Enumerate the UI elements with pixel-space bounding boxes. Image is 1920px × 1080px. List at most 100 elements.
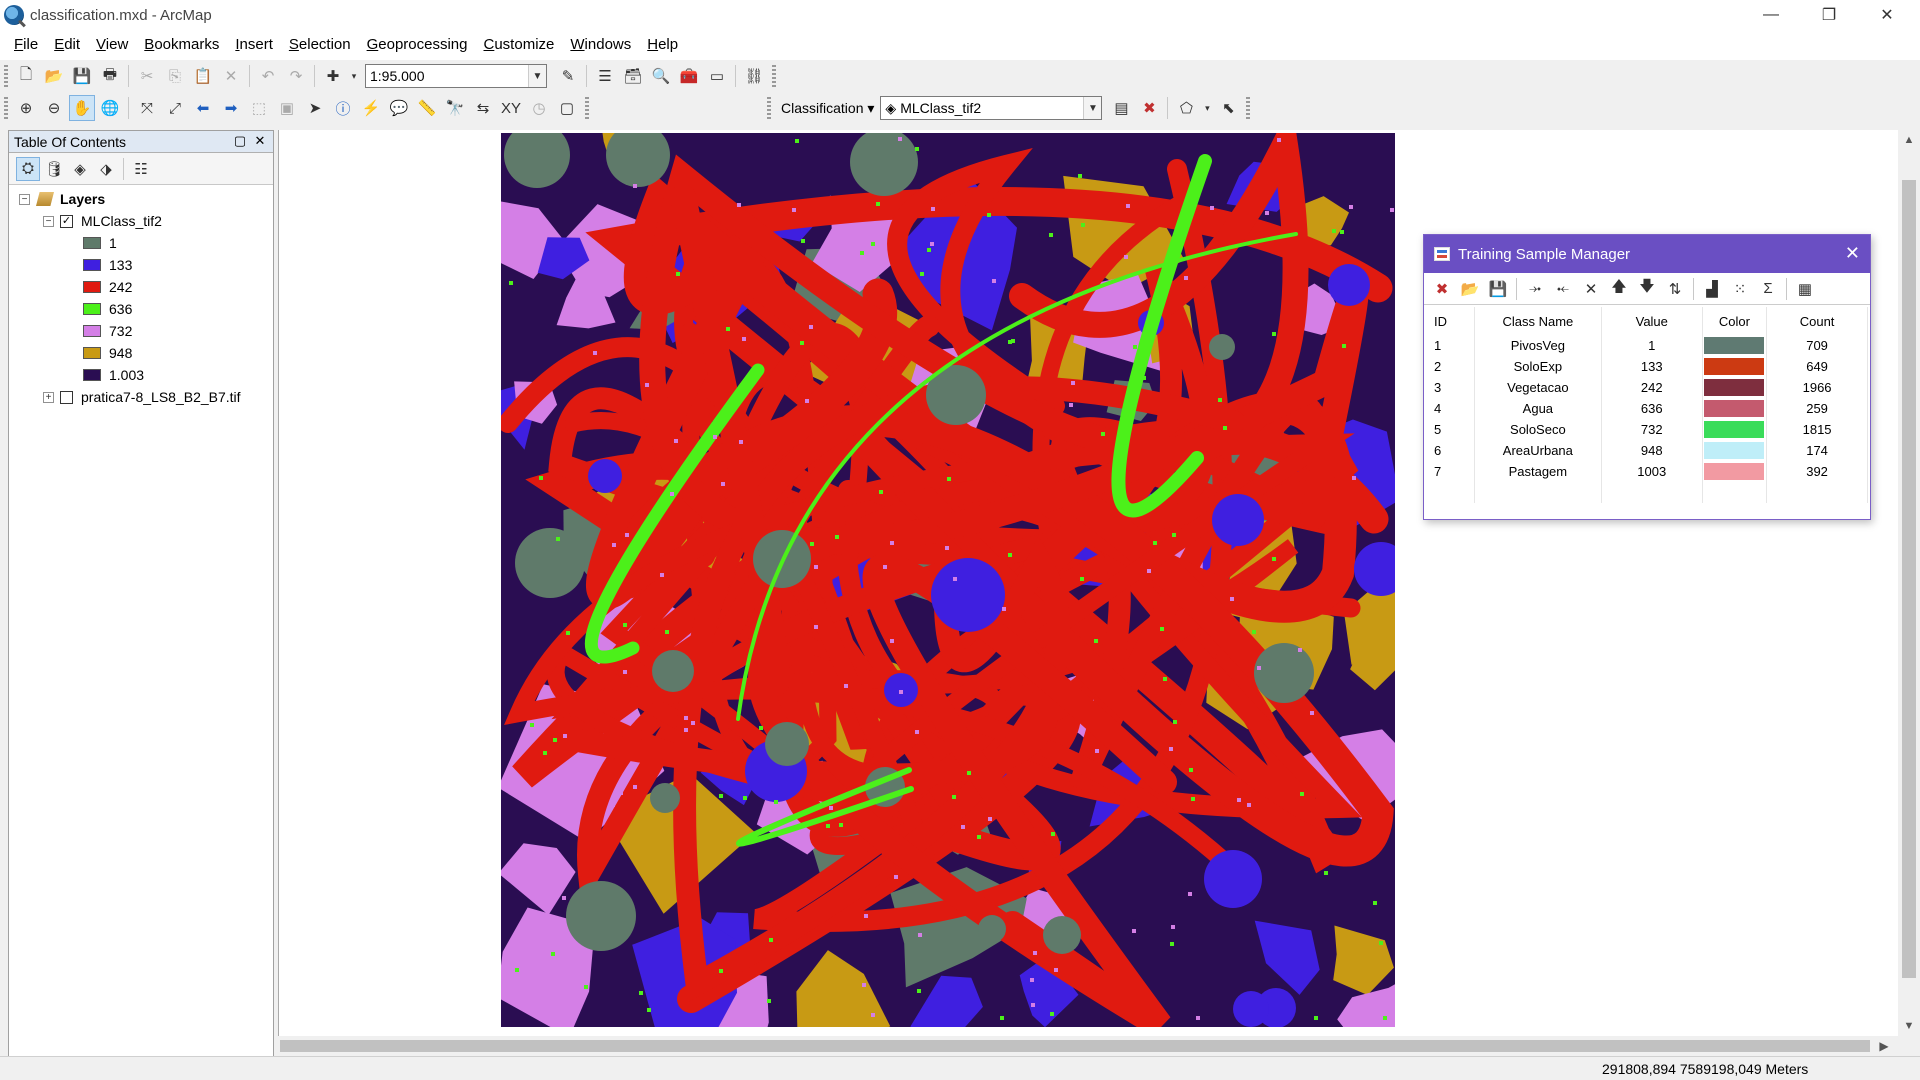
list-by-visibility-icon[interactable]: ◈ <box>68 157 92 181</box>
menu-selection[interactable]: Selection <box>281 33 359 57</box>
classification-dropdown[interactable]: Classification ▾ <box>775 100 880 117</box>
training-sample-manager-icon[interactable]: ▤ <box>1108 95 1134 121</box>
next-extent-icon[interactable]: ➡ <box>218 95 244 121</box>
menu-view[interactable]: View <box>88 33 136 57</box>
print-icon[interactable]: 🖶 <box>97 63 123 89</box>
minimize-button[interactable]: — <box>1742 0 1800 30</box>
scroll-up-icon[interactable]: ▲ <box>1898 130 1920 150</box>
close-icon[interactable]: ✕ <box>251 132 269 150</box>
arctoolbox-icon[interactable]: 🧰 <box>676 63 702 89</box>
measure-icon[interactable]: 📏 <box>414 95 440 121</box>
color-swatch[interactable] <box>1704 379 1765 396</box>
cut-icon[interactable]: ✂ <box>134 63 160 89</box>
map-scale-combo[interactable]: 1:95.000 ▼ <box>365 64 547 88</box>
toolbar-options-icon[interactable] <box>1246 97 1251 119</box>
previous-extent-icon[interactable]: ⬅ <box>190 95 216 121</box>
editor-toolbar-icon[interactable]: ✎ <box>555 63 581 89</box>
cell-color[interactable] <box>1702 356 1768 377</box>
cell-value[interactable]: 1003 <box>1601 461 1703 482</box>
table-of-contents-icon[interactable]: ☰ <box>592 63 618 89</box>
column-header-id[interactable]: ID <box>1428 307 1475 335</box>
scrollbar-thumb[interactable] <box>1902 180 1916 978</box>
menu-help[interactable]: Help <box>639 33 686 57</box>
layer-row-pratica[interactable]: + pratica7-8_LS8_B2_B7.tif <box>43 387 241 407</box>
expand-icon[interactable]: + <box>43 391 54 403</box>
statistics-icon[interactable]: Σ <box>1755 276 1781 302</box>
cell-color[interactable] <box>1702 440 1768 461</box>
split-classes-icon[interactable]: ⤝ <box>1550 276 1576 302</box>
layer-visibility-checkbox[interactable] <box>60 390 73 404</box>
legend-class-item[interactable]: 636 <box>83 299 132 319</box>
scatterplots-icon[interactable]: ⁙ <box>1727 276 1753 302</box>
cell-class-name[interactable]: SoloExp <box>1474 356 1602 377</box>
select-features-icon[interactable]: ⬚ <box>246 95 272 121</box>
add-data-dropdown-icon[interactable]: ▾ <box>348 63 360 89</box>
table-row[interactable]: 6 AreaUrbana 948 174 <box>1428 440 1868 461</box>
table-row[interactable]: 2 SoloExp 133 649 <box>1428 356 1868 377</box>
cell-class-name[interactable]: Vegetacao <box>1474 377 1602 398</box>
zoom-in-icon[interactable]: ⊕ <box>13 95 39 121</box>
cell-class-name[interactable]: PivosVeg <box>1474 335 1602 356</box>
delete-samples-icon[interactable]: ✖ <box>1429 276 1455 302</box>
legend-class-item[interactable]: 133 <box>83 255 132 275</box>
find-icon[interactable]: 🔭 <box>442 95 468 121</box>
open-folder-icon[interactable]: 📂 <box>41 63 67 89</box>
chevron-down-icon[interactable]: ▼ <box>1083 97 1102 119</box>
vertical-scrollbar[interactable]: ▲ ▼ <box>1898 130 1920 1036</box>
close-icon[interactable]: ✕ <box>1845 243 1860 264</box>
color-swatch[interactable] <box>1704 358 1765 375</box>
cell-value[interactable]: 948 <box>1601 440 1703 461</box>
layer-visibility-checkbox[interactable]: ✓ <box>60 214 73 228</box>
tsm-title-bar[interactable]: Training Sample Manager ✕ <box>1424 235 1870 273</box>
search-window-icon[interactable]: 🔍 <box>648 63 674 89</box>
toolbar-options-icon[interactable] <box>772 65 776 87</box>
merge-classes-icon[interactable]: ⤞ <box>1522 276 1548 302</box>
draw-polygon-icon[interactable]: ⬠ <box>1173 95 1199 121</box>
cell-color[interactable] <box>1702 461 1768 482</box>
cell-class-name[interactable]: Pastagem <box>1474 461 1602 482</box>
add-data-icon[interactable]: ✚ <box>320 63 346 89</box>
hyperlink-icon[interactable]: ⚡ <box>358 95 384 121</box>
draw-tool-dropdown-icon[interactable]: ▾ <box>1201 95 1213 121</box>
collapse-icon[interactable]: − <box>19 193 30 205</box>
full-extent-icon[interactable]: 🌐 <box>97 95 123 121</box>
cell-value[interactable]: 242 <box>1601 377 1703 398</box>
cell-value[interactable]: 732 <box>1601 419 1703 440</box>
menu-file[interactable]: File <box>6 33 46 57</box>
move-down-icon[interactable]: 🡇 <box>1634 276 1660 302</box>
legend-class-item[interactable]: 732 <box>83 321 132 341</box>
model-builder-icon[interactable]: ⛓ <box>741 63 767 89</box>
toolbar-options-icon[interactable] <box>585 97 589 119</box>
table-row[interactable]: 5 SoloSeco 732 1815 <box>1428 419 1868 440</box>
classified-raster-map[interactable] <box>501 133 1395 1027</box>
table-row[interactable]: 1 PivosVeg 1 709 <box>1428 335 1868 356</box>
column-header-count[interactable]: Count <box>1766 307 1868 335</box>
list-by-drawing-order-icon[interactable]: ⛭ <box>16 156 40 181</box>
legend-class-item[interactable]: 242 <box>83 277 132 297</box>
load-training-samples-icon[interactable]: 📂 <box>1457 276 1483 302</box>
legend-class-item[interactable]: 1.003 <box>83 365 144 385</box>
table-row[interactable]: 3 Vegetacao 242 1966 <box>1428 377 1868 398</box>
python-window-icon[interactable]: ▭ <box>704 63 730 89</box>
menu-insert[interactable]: Insert <box>227 33 281 57</box>
chevron-down-icon[interactable]: ▼ <box>528 65 546 87</box>
cell-value[interactable]: 1 <box>1601 335 1703 356</box>
classification-layer-combo[interactable]: ◈ MLClass_tif2 ▼ <box>880 96 1103 120</box>
time-slider-icon[interactable]: ◷ <box>526 95 552 121</box>
reset-class-values-icon[interactable]: ⇅ <box>1662 276 1688 302</box>
scroll-right-icon[interactable]: ▶ <box>1874 1036 1894 1056</box>
histograms-icon[interactable]: ▟ <box>1699 276 1725 302</box>
cell-color[interactable] <box>1702 377 1768 398</box>
pan-icon[interactable]: ✋ <box>69 95 95 121</box>
horizontal-scrollbar[interactable]: ▶ <box>278 1036 1898 1056</box>
cell-value[interactable]: 133 <box>1601 356 1703 377</box>
select-elements-icon[interactable]: ➤ <box>302 95 328 121</box>
legend-class-item[interactable]: 1 <box>83 233 117 253</box>
menu-bookmarks[interactable]: Bookmarks <box>136 33 227 57</box>
list-by-source-icon[interactable]: 🛢 <box>42 157 66 181</box>
cell-color[interactable] <box>1702 419 1768 440</box>
save-training-samples-icon[interactable]: 💾 <box>1485 276 1511 302</box>
toc-options-icon[interactable]: ☷ <box>129 157 153 181</box>
undo-icon[interactable]: ↶ <box>255 63 281 89</box>
cell-class-name[interactable]: SoloSeco <box>1474 419 1602 440</box>
